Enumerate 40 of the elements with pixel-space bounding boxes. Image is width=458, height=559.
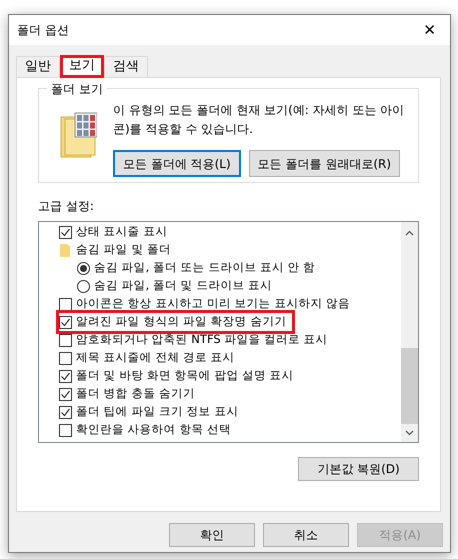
- setting-label: 확인란을 사용하여 항목 선택: [76, 421, 231, 438]
- checkbox[interactable]: [59, 334, 72, 346]
- checkbox[interactable]: [59, 388, 72, 400]
- setting-label: 아이콘은 항상 표시하고 미리 보기는 표시하지 않음: [76, 295, 350, 312]
- scrollbar-thumb[interactable]: [401, 348, 418, 424]
- settings-label: 고급 설정:: [38, 198, 95, 215]
- setting-label: 폴더 병합 충돌 숨기기: [76, 385, 195, 402]
- checkbox[interactable]: [59, 370, 72, 382]
- checkbox[interactable]: [59, 316, 72, 328]
- checkbox[interactable]: [59, 352, 72, 364]
- setting-label: 숨김 파일, 폴더 및 드라이브 표시: [94, 277, 272, 294]
- scroll-up-icon[interactable]: [405, 230, 414, 236]
- close-button[interactable]: ✕: [417, 22, 442, 38]
- folder-icon: [59, 111, 97, 159]
- window-title: 폴더 옵션: [17, 22, 69, 39]
- checkbox[interactable]: [59, 424, 72, 436]
- setting-label: 폴더 팁에 파일 크기 정보 표시: [76, 403, 238, 420]
- folder-icon: [59, 243, 72, 257]
- setting-label: 암호화되거나 압축된 NTFS 파일을 컬러로 표시: [76, 331, 328, 348]
- setting-label: 숨김 파일, 폴더 또는 드라이브 표시 안 함: [94, 259, 316, 276]
- setting-label: 폴더 및 바탕 화면 항목에 팝업 설명 표시: [76, 367, 294, 384]
- checkbox[interactable]: [59, 298, 72, 310]
- setting-label: 숨김 파일 및 폴더: [76, 241, 171, 258]
- checkbox[interactable]: [59, 226, 72, 238]
- apply-button[interactable]: 모든 폴더에 적용(L): [113, 150, 241, 177]
- radio-button[interactable]: [77, 280, 90, 292]
- restore-button[interactable]: 기본값 복원(D): [298, 457, 419, 481]
- apply-button[interactable]: 모든 폴더를 원래대로(R): [248, 150, 400, 177]
- setting-label: 상태 표시줄 표시: [76, 223, 168, 240]
- setting-label: 제목 표시줄에 전체 경로 표시: [76, 349, 235, 366]
- radio-button[interactable]: [77, 262, 90, 274]
- setting-label: 알려진 파일 형식의 파일 확장명 숨기기: [76, 313, 286, 330]
- dialog-button[interactable]: 확인: [169, 523, 255, 547]
- tab[interactable]: 보기: [60, 55, 104, 78]
- dialog-button[interactable]: 취소: [263, 523, 349, 547]
- description-text: 이 유형의 모든 폴더에 현재 보기(예: 자세히 또는 아이콘)를 적용할 수 있습니다.: [113, 102, 406, 138]
- tab[interactable]: 검색: [104, 56, 148, 77]
- scroll-down-icon[interactable]: [405, 430, 414, 436]
- checkbox[interactable]: [59, 406, 72, 418]
- tab[interactable]: 일반: [16, 56, 60, 77]
